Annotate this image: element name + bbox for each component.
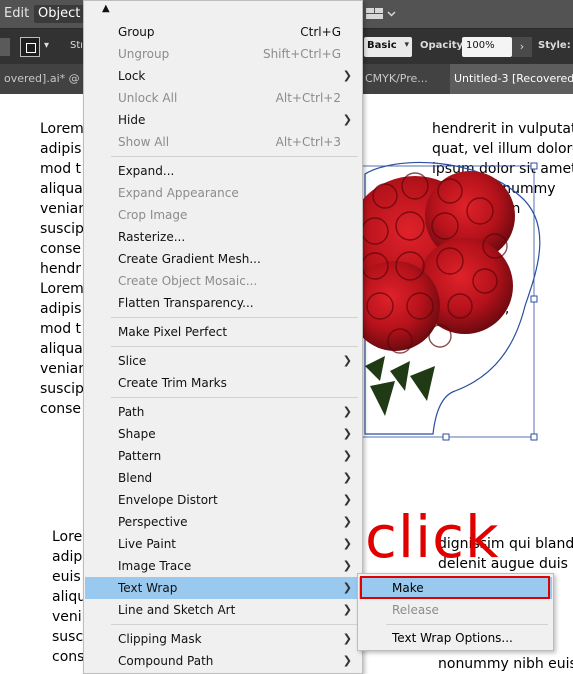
menu-item-show-all[interactable]: Show All Alt+Ctrl+3: [85, 131, 361, 153]
chevron-right-icon: ❯: [342, 471, 352, 484]
stroke-dropdown-icon[interactable]: ▾: [44, 40, 49, 51]
opacity-input[interactable]: 100%: [462, 37, 512, 57]
menu-object[interactable]: Object: [34, 5, 85, 23]
submenu-item-text-wrap-options[interactable]: Text Wrap Options...: [359, 627, 552, 649]
chevron-right-icon: ❯: [342, 449, 352, 462]
fill-dropdown[interactable]: [0, 38, 10, 56]
text-column-left-top[interactable]: Lorem adipis mod t aliqua venian suscip …: [40, 119, 83, 439]
menu-item-slice[interactable]: Slice ❯: [85, 350, 361, 372]
submenu-item-release[interactable]: Release: [359, 599, 552, 621]
tab-untitled-3[interactable]: Untitled-3 [Recovered]: [450, 64, 573, 94]
menu-item-perspective[interactable]: Perspective ❯: [85, 511, 361, 533]
style-preset-value: Basic: [367, 40, 397, 51]
menu-item-crop-image[interactable]: Crop Image: [85, 204, 361, 226]
chevron-right-icon: ❯: [342, 632, 352, 645]
menu-item-blend[interactable]: Blend ❯: [85, 467, 361, 489]
workspace-switcher-icon[interactable]: [366, 7, 396, 21]
chevron-down-icon: ▾: [404, 40, 409, 50]
menu-item-pattern[interactable]: Pattern ❯: [85, 445, 361, 467]
menu-item-ungroup[interactable]: Ungroup Shift+Ctrl+G: [85, 43, 361, 65]
chevron-right-icon: ❯: [342, 69, 352, 82]
menu-item-image-trace[interactable]: Image Trace ❯: [85, 555, 361, 577]
chevron-right-icon: ❯: [342, 603, 352, 616]
opacity-value: 100%: [466, 40, 495, 51]
menu-item-expand-appearance[interactable]: Expand Appearance: [85, 182, 361, 204]
text-column-left-bottom[interactable]: Lore adip euis aliqu veni susc cons: [52, 527, 83, 672]
chevron-right-icon: ❯: [342, 654, 352, 667]
chevron-right-icon: ❯: [342, 113, 352, 126]
menu-item-envelope-distort[interactable]: Envelope Distort ❯: [85, 489, 361, 511]
menu-item-expand[interactable]: Expand...: [85, 160, 361, 182]
menu-separator: [111, 346, 358, 347]
menu-item-group[interactable]: Group Ctrl+G: [85, 21, 361, 43]
menu-item-hide[interactable]: Hide ❯: [85, 109, 361, 131]
style-preset-dropdown[interactable]: Basic ▾: [364, 37, 412, 57]
menu-separator: [111, 397, 358, 398]
stroke-label[interactable]: Stroke: [70, 40, 82, 51]
tab-document-1[interactable]: overed].ai* @ 60: [0, 64, 90, 94]
chevron-right-icon: ❯: [342, 515, 352, 528]
chevron-right-icon: ❯: [342, 405, 352, 418]
opacity-label: Opacity:: [420, 40, 468, 51]
menu-item-flatten-transparency[interactable]: Flatten Transparency...: [85, 292, 361, 314]
menu-item-rasterize[interactable]: Rasterize...: [85, 226, 361, 248]
click-annotation: click: [365, 503, 500, 571]
menu-item-text-wrap[interactable]: Text Wrap ❯: [85, 577, 361, 599]
rose-bouquet-image[interactable]: [355, 156, 573, 446]
menu-item-create-object-mosaic[interactable]: Create Object Mosaic...: [85, 270, 361, 292]
menu-item-live-paint[interactable]: Live Paint ❯: [85, 533, 361, 555]
chevron-right-icon: ❯: [342, 581, 352, 594]
menu-edit[interactable]: Edit: [0, 5, 33, 23]
opacity-stepper-icon[interactable]: ›: [512, 37, 532, 57]
object-menu: ▲ Group Ctrl+G Ungroup Shift+Ctrl+G Lock ❯ …: [83, 0, 363, 674]
chevron-right-icon: ❯: [342, 354, 352, 367]
menu-item-make-pixel-perfect[interactable]: Make Pixel Perfect: [85, 321, 361, 343]
menu-separator: [111, 317, 358, 318]
style-label: Style:: [538, 40, 571, 51]
stroke-swatch[interactable]: [20, 37, 40, 57]
menu-separator: [386, 624, 548, 625]
menu-item-create-trim-marks[interactable]: Create Trim Marks: [85, 372, 361, 394]
menu-item-compound-path[interactable]: Compound Path ❯: [85, 650, 361, 672]
menu-item-shape[interactable]: Shape ❯: [85, 423, 361, 445]
tab-document-2[interactable]: CMYK/Pre...: [361, 64, 455, 94]
menu-item-unlock-all[interactable]: Unlock All Alt+Ctrl+2: [85, 87, 361, 109]
menu-separator: [111, 624, 358, 625]
menu-item-lock[interactable]: Lock ❯: [85, 65, 361, 87]
click-highlight-box: [360, 576, 550, 599]
chevron-right-icon: ❯: [342, 559, 352, 572]
menu-item-path[interactable]: Path ❯: [85, 401, 361, 423]
menu-separator: [111, 156, 358, 157]
menu-scroll-up-icon[interactable]: ▲: [102, 3, 110, 14]
chevron-right-icon: ❯: [342, 537, 352, 550]
chevron-right-icon: ❯: [342, 493, 352, 506]
menu-item-clipping-mask[interactable]: Clipping Mask ❯: [85, 628, 361, 650]
chevron-right-icon: ❯: [342, 427, 352, 440]
menu-item-create-gradient-mesh[interactable]: Create Gradient Mesh...: [85, 248, 361, 270]
menu-item-line-and-sketch-art[interactable]: Line and Sketch Art ❯: [85, 599, 361, 621]
